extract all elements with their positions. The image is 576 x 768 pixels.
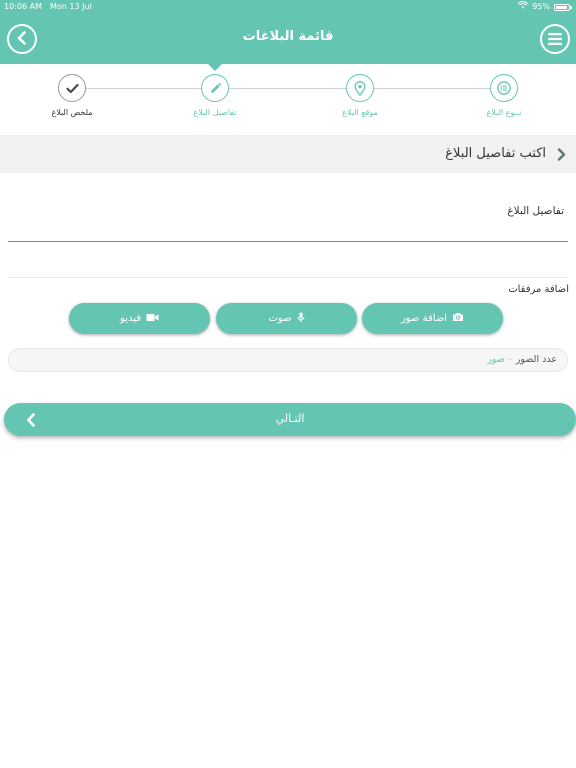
app-header: قائمة البلاغات [0,14,576,64]
details-underline [8,241,568,242]
pencil-icon [201,74,229,102]
current-step-indicator [208,64,222,71]
check-icon [58,74,86,102]
section-title: اكتب تفاصيل البلاغ [445,146,546,161]
step-label: موقع البلاغ [342,108,378,117]
chevron-left-icon [26,412,36,431]
status-time: 10:06 AM [4,2,42,11]
menu-button[interactable] [540,24,570,54]
video-camera-icon [146,313,159,325]
step-label: نــوع البلاغ [486,108,522,117]
hamburger-menu-icon [548,30,562,49]
next-button-label: التـالي [275,412,305,425]
list-icon [490,74,518,102]
status-bar: 10:06 AM Mon 13 Jul 95% [0,0,576,14]
next-button[interactable]: التـالي [4,403,576,436]
photo-count-label: عدد الصور [515,354,557,365]
attach-button-label: صوت [268,313,292,324]
progress-stepper: نــوع البلاغ موقع البلاغ تفاصيل البلاغ م… [0,64,576,134]
location-pin-icon [346,74,374,102]
camera-icon [452,312,464,325]
screen: 10:06 AM Mon 13 Jul 95% قائمة البلاغات ن… [0,0,576,768]
step-label: ملخص البلاغ [51,108,93,117]
step-report-location[interactable]: موقع البلاغ [305,74,415,117]
stepper-line [72,88,504,89]
battery-percent: 95% [532,2,550,11]
page-title: قائمة البلاغات [242,29,334,44]
wifi-icon [518,0,529,14]
details-field[interactable] [8,195,568,242]
section-header: اكتب تفاصيل البلاغ [0,135,576,173]
attachments-label: اضافة مرفقات [508,284,569,295]
divider [8,277,568,278]
microphone-icon [297,312,305,326]
attach-button-label: اضافة صور [400,313,448,324]
chevron-right-icon [557,146,566,165]
step-report-summary[interactable]: ملخص البلاغ [17,74,127,117]
audio-button[interactable]: صوت [216,303,357,334]
status-right: 95% [518,0,572,14]
details-label: تفاصيل البلاغ [507,205,564,217]
step-label: تفاصيل البلاغ [193,108,237,117]
photo-count-bar: عدد الصور ٠ صور [8,348,568,372]
attach-button-label: فيديو [120,313,141,324]
status-date: Mon 13 Jul [50,2,92,11]
photo-count-unit: صور [487,354,505,365]
step-report-details[interactable]: تفاصيل البلاغ [160,74,270,117]
video-button[interactable]: فيديو [69,303,210,334]
battery-icon [554,3,572,11]
step-report-type[interactable]: نــوع البلاغ [449,74,559,117]
add-photos-button[interactable]: اضافة صور [362,303,503,334]
photo-count-value: ٠ [507,354,513,365]
